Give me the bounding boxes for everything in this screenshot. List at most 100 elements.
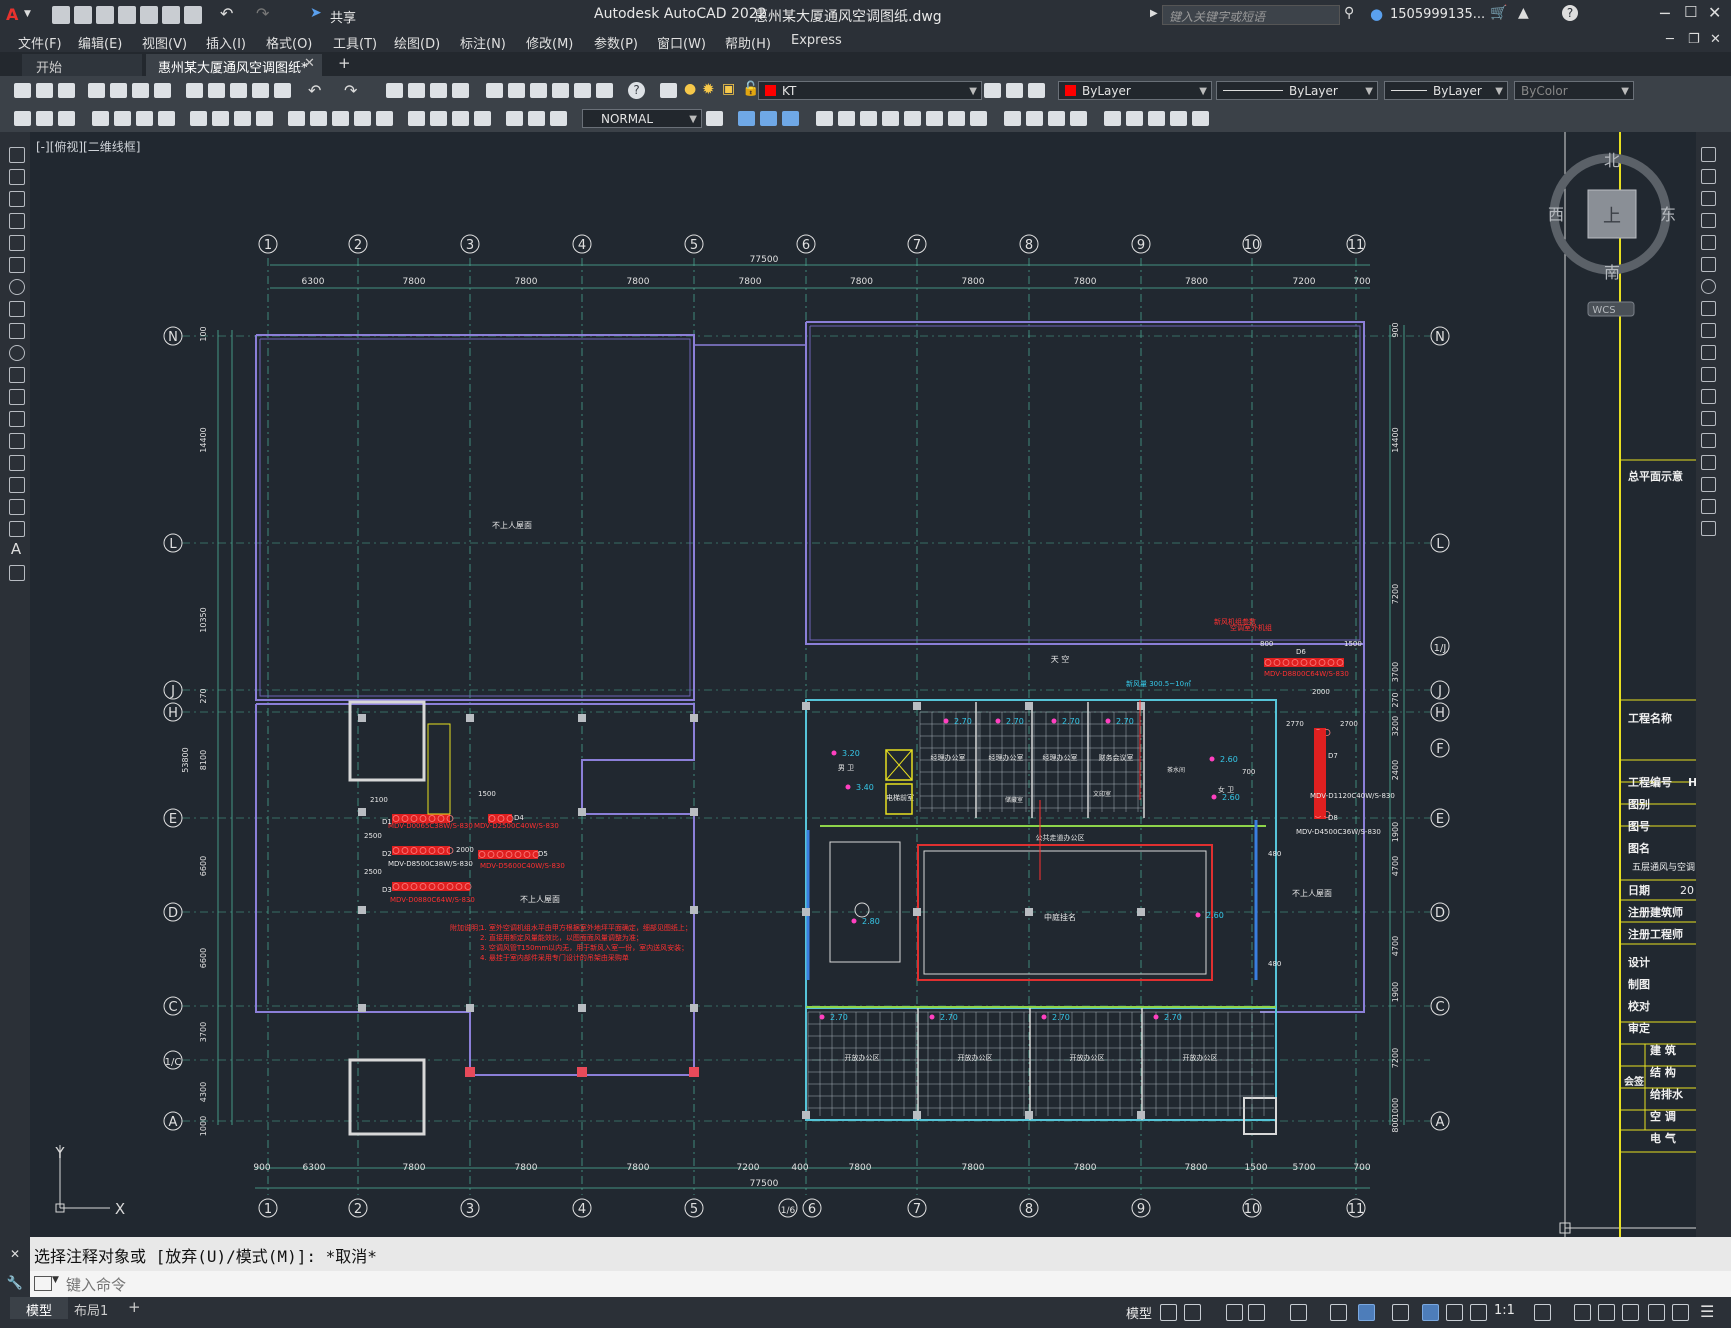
modify-icon-3[interactable]: [860, 111, 877, 126]
redo-tb-icon[interactable]: ↷: [344, 81, 357, 100]
design-center-icon[interactable]: [508, 83, 525, 98]
command-input[interactable]: [64, 1274, 1668, 1296]
mirror-icon[interactable]: [1696, 188, 1720, 208]
modify-icon-2[interactable]: [838, 111, 855, 126]
tool-palettes-icon[interactable]: [530, 83, 547, 98]
rotate-icon[interactable]: [1696, 276, 1720, 296]
customization-menu-icon[interactable]: ☰: [1700, 1302, 1714, 1321]
isolate-objects-icon[interactable]: [1648, 1304, 1665, 1321]
modify-icon-5[interactable]: [904, 111, 921, 126]
array-icon[interactable]: [1696, 232, 1720, 252]
stretch-icon[interactable]: [1696, 320, 1720, 340]
tab-model-layout[interactable]: 模型: [10, 1297, 68, 1319]
layer-state-icon[interactable]: [1028, 83, 1045, 98]
add-selected-icon[interactable]: [4, 562, 28, 582]
modify-icon-1[interactable]: [816, 111, 833, 126]
cmd-custom-icon[interactable]: 🔧: [0, 1271, 30, 1297]
spline-icon[interactable]: [4, 320, 28, 340]
publish-icon[interactable]: [132, 83, 149, 98]
osnap-icon[interactable]: [1358, 1304, 1375, 1321]
menu-help[interactable]: 帮助(H): [725, 33, 771, 52]
layer-vp-icon[interactable]: ▣: [722, 81, 735, 97]
cart-icon[interactable]: 🛒: [1490, 5, 1507, 21]
center-mark-icon[interactable]: [430, 111, 447, 126]
plot-tb-icon[interactable]: [88, 83, 105, 98]
snap-toggle-icon[interactable]: [1184, 1304, 1201, 1321]
tool-icon-b[interactable]: [36, 111, 53, 126]
open-web-icon[interactable]: [140, 6, 158, 24]
ellipse-icon[interactable]: [4, 342, 28, 362]
erase-icon[interactable]: [1696, 144, 1720, 164]
dim-break-icon[interactable]: [376, 111, 393, 126]
model-space-toggle[interactable]: 模型: [1126, 1303, 1152, 1322]
close-icon[interactable]: ✕: [1708, 3, 1721, 22]
region-icon[interactable]: [4, 496, 28, 516]
undo-tb-icon[interactable]: ↶: [308, 81, 321, 100]
layer-sun-icon[interactable]: ✹: [702, 80, 715, 98]
ellipse-arc-icon[interactable]: [4, 364, 28, 384]
modify-icon-4[interactable]: [882, 111, 899, 126]
maximize-icon[interactable]: ☐: [1684, 3, 1697, 21]
modify-icon-10[interactable]: [1026, 111, 1043, 126]
blend-icon[interactable]: [1696, 496, 1720, 516]
copy-obj-icon[interactable]: [1696, 166, 1720, 186]
modify-icon-17[interactable]: [1192, 111, 1209, 126]
cmd-close-icon[interactable]: ✕: [0, 1237, 30, 1271]
baseline-icon[interactable]: [310, 111, 327, 126]
modify-icon-15[interactable]: [1148, 111, 1165, 126]
modify-icon-7[interactable]: [948, 111, 965, 126]
jogged-linear-icon[interactable]: [474, 111, 491, 126]
layer-previous-icon[interactable]: [1006, 83, 1023, 98]
drawing-canvas[interactable]: [-][俯视][二维线框] 总平面示意 工程名称 工程编号 H 图别 图号 图名…: [30, 132, 1696, 1237]
break-icon[interactable]: [1696, 408, 1720, 428]
doc-minimize-icon[interactable]: ─: [1666, 32, 1674, 47]
line-tool-icon[interactable]: [4, 144, 28, 164]
annotation-autoscale-icon[interactable]: [1446, 1304, 1463, 1321]
make-block-icon[interactable]: [4, 408, 28, 428]
doc-close-icon[interactable]: ✕: [1710, 32, 1721, 47]
construction-line-icon[interactable]: [4, 166, 28, 186]
angular-dim-icon[interactable]: [256, 111, 273, 126]
open-file-icon[interactable]: [74, 6, 92, 24]
scale-icon[interactable]: [1696, 298, 1720, 318]
dynamic-input-icon[interactable]: [1248, 1304, 1265, 1321]
annotation-scale-icon[interactable]: [1470, 1304, 1487, 1321]
lineweight-toggle-icon[interactable]: [1392, 1304, 1409, 1321]
offset-icon[interactable]: [1696, 210, 1720, 230]
plot-preview-icon[interactable]: [110, 83, 127, 98]
hatch-icon[interactable]: [4, 452, 28, 472]
save-tb-icon[interactable]: [58, 83, 75, 98]
cmd-prompt-icon[interactable]: [34, 1276, 52, 1291]
menu-view[interactable]: 视图(V): [142, 33, 187, 52]
plotstyle-dropdown[interactable]: ByColor ▼: [1514, 81, 1634, 100]
arc-length-icon[interactable]: [136, 111, 153, 126]
fillet-icon[interactable]: [1696, 474, 1720, 494]
modify-icon-16[interactable]: [1170, 111, 1187, 126]
menu-file[interactable]: 文件(F): [18, 33, 62, 52]
annotation-monitor-icon[interactable]: [1574, 1304, 1591, 1321]
autocad-logo-icon[interactable]: A: [6, 5, 18, 24]
menu-modify[interactable]: 修改(M): [526, 33, 573, 52]
quick-properties-icon[interactable]: [1622, 1304, 1639, 1321]
clean-screen-icon[interactable]: [1672, 1304, 1689, 1321]
share-icon[interactable]: ➤: [310, 5, 322, 21]
point-icon[interactable]: [4, 430, 28, 450]
viewcube[interactable]: 上 北 南 东 西 WCS: [1548, 151, 1676, 317]
ortho-icon[interactable]: [1290, 1304, 1307, 1321]
aligned-dim-icon[interactable]: [114, 111, 131, 126]
zoom-previous-icon[interactable]: [452, 83, 469, 98]
modify-icon-14[interactable]: [1126, 111, 1143, 126]
tolerance-icon[interactable]: [408, 111, 425, 126]
open-icon[interactable]: [36, 83, 53, 98]
radius-dim-icon[interactable]: [190, 111, 207, 126]
search-box[interactable]: 键入关键字或短语: [1162, 5, 1340, 25]
match-prop-icon[interactable]: [252, 83, 269, 98]
draworder-front-icon[interactable]: [738, 111, 755, 126]
dimstyle-manager-icon[interactable]: [706, 111, 723, 126]
menu-window[interactable]: 窗口(W): [657, 33, 706, 52]
minimize-icon[interactable]: ─: [1660, 4, 1670, 23]
plot-icon[interactable]: [184, 6, 202, 24]
menu-dimension[interactable]: 标注(N): [460, 33, 506, 52]
make-current-icon[interactable]: [984, 83, 1001, 98]
qnew-icon[interactable]: [14, 83, 31, 98]
